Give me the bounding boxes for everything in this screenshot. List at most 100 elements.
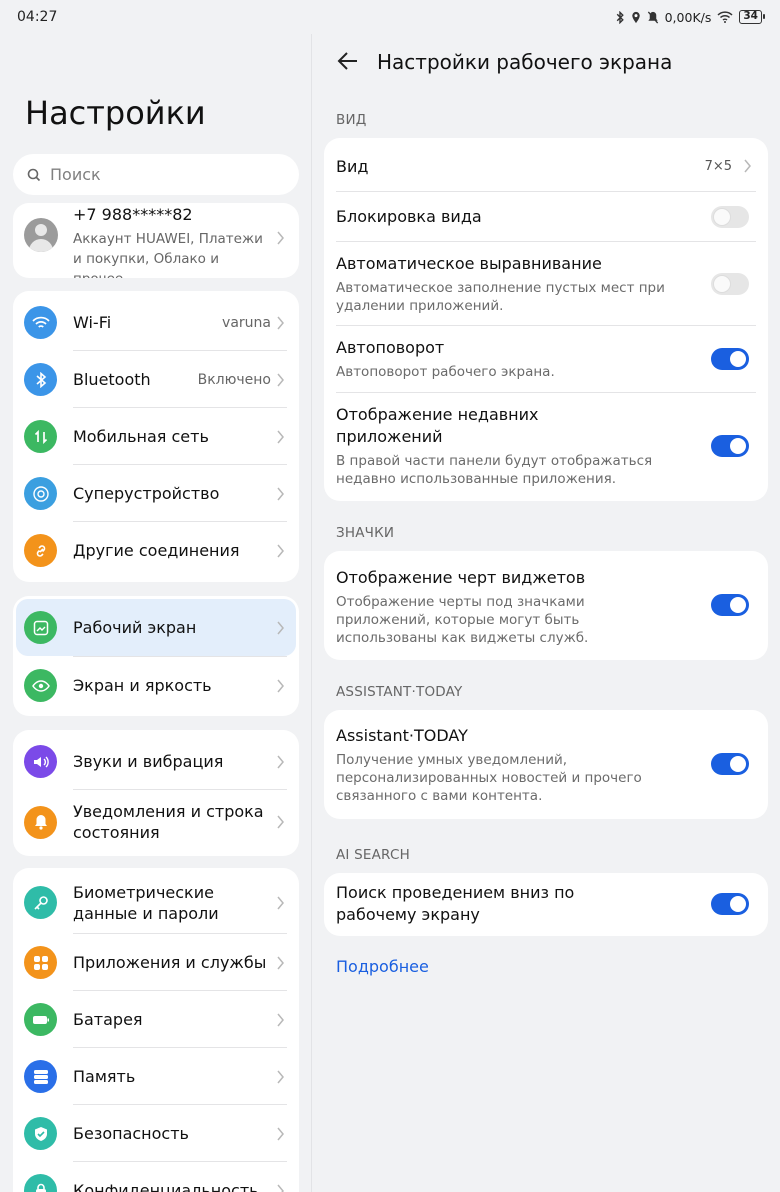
battery-indicator: 34 bbox=[739, 10, 765, 24]
sidebar-item-mobile-network[interactable]: Мобильная сеть bbox=[13, 408, 299, 465]
super-device-icon bbox=[24, 477, 57, 510]
sidebar-item-label: Wi-Fi bbox=[73, 313, 112, 332]
learn-more-link[interactable]: Подробнее bbox=[336, 957, 429, 976]
recent-apps-row: Отображение недавних приложений В правой… bbox=[324, 393, 768, 501]
account-subtitle: Аккаунт HUAWEI, Платежи и покупки, Облак… bbox=[73, 231, 263, 278]
view-setting-value: 7×5 bbox=[704, 159, 732, 174]
auto-align-description: Автоматическое заполнение пустых мест пр… bbox=[336, 280, 665, 314]
sidebar-item-home-screen[interactable]: Рабочий экран bbox=[16, 599, 296, 656]
section-header-ai-search: AI SEARCH bbox=[336, 847, 410, 863]
sidebar-item-notifications[interactable]: Уведомления и строка состояния bbox=[13, 790, 299, 854]
sidebar-item-label: Уведомления и строка состояния bbox=[73, 802, 264, 842]
section-header-icons: ЗНАЧКИ bbox=[336, 525, 395, 541]
sidebar-item-sounds[interactable]: Звуки и вибрация bbox=[13, 733, 299, 790]
chevron-right-icon bbox=[277, 896, 284, 909]
sidebar-item-security[interactable]: Безопасность bbox=[13, 1105, 299, 1162]
shield-icon bbox=[24, 1117, 57, 1150]
sidebar-item-wifi[interactable]: Wi-Fi varuna bbox=[13, 294, 299, 351]
chevron-right-icon bbox=[277, 316, 284, 329]
network-speed: 0,00K/s bbox=[664, 9, 712, 25]
view-setting-row[interactable]: Вид 7×5 bbox=[324, 138, 768, 192]
home-screen-icon bbox=[24, 611, 57, 644]
search-input[interactable]: Поиск bbox=[13, 154, 299, 195]
swipe-search-title: Поиск проведением вниз по рабочему экран… bbox=[336, 883, 575, 924]
status-bar: 04:27 0,00K/s 34 bbox=[0, 0, 780, 34]
system-group: Биометрические данные и пароли Приложени… bbox=[13, 868, 299, 1192]
sidebar-item-label: Рабочий экран bbox=[73, 618, 197, 637]
connections-group: Wi-Fi varuna Bluetooth Включено Мобильна… bbox=[13, 291, 299, 582]
lock-layout-toggle[interactable] bbox=[711, 206, 749, 228]
back-arrow-icon[interactable] bbox=[337, 51, 359, 71]
auto-align-title: Автоматическое выравнивание bbox=[336, 254, 602, 273]
sidebar-item-label: Звуки и вибрация bbox=[73, 752, 224, 771]
chevron-right-icon bbox=[277, 487, 284, 500]
recent-apps-toggle[interactable] bbox=[711, 435, 749, 457]
chevron-right-icon bbox=[277, 430, 284, 443]
sidebar-item-label: Конфиденциальность bbox=[73, 1181, 259, 1192]
section-header-assistant: ASSISTANT·TODAY bbox=[336, 684, 463, 700]
chevron-right-icon bbox=[277, 544, 284, 557]
sidebar-item-display-brightness[interactable]: Экран и яркость bbox=[13, 657, 299, 714]
sidebar-item-label: Безопасность bbox=[73, 1124, 189, 1143]
sidebar-item-super-device[interactable]: Суперустройство bbox=[13, 465, 299, 522]
sidebar-item-apps[interactable]: Приложения и службы bbox=[13, 934, 299, 991]
link-icon bbox=[24, 534, 57, 567]
key-icon bbox=[24, 886, 57, 919]
sidebar-item-battery[interactable]: Батарея bbox=[13, 991, 299, 1048]
assistant-today-row: Assistant·TODAY Получение умных уведомле… bbox=[324, 710, 768, 819]
lock-layout-row: Блокировка вида bbox=[324, 192, 768, 242]
bluetooth-value: Включено bbox=[197, 371, 271, 388]
wifi-value: varuna bbox=[222, 314, 271, 331]
recent-apps-title: Отображение недавних приложений bbox=[336, 405, 539, 446]
location-icon bbox=[631, 11, 640, 23]
widget-marks-toggle[interactable] bbox=[711, 594, 749, 616]
view-settings-card: Вид 7×5 Блокировка вида Автоматическое в… bbox=[324, 138, 768, 501]
sidebar-item-label: Приложения и службы bbox=[73, 953, 267, 972]
eye-icon bbox=[24, 669, 57, 702]
chevron-right-icon bbox=[277, 231, 284, 245]
apps-icon bbox=[24, 946, 57, 979]
wifi-status-icon bbox=[717, 11, 733, 23]
assistant-today-description: Получение умных уведомлений, персонализи… bbox=[336, 752, 642, 804]
auto-rotate-row: Автоповорот Автоповорот рабочего экрана. bbox=[324, 326, 768, 393]
sidebar-item-privacy[interactable]: Конфиденциальность bbox=[13, 1162, 299, 1192]
sidebar-item-bluetooth[interactable]: Bluetooth Включено bbox=[13, 351, 299, 408]
sidebar-item-other-connections[interactable]: Другие соединения bbox=[13, 522, 299, 579]
widget-marks-description: Отображение черты под значками приложени… bbox=[336, 594, 589, 646]
chevron-right-icon bbox=[277, 956, 284, 969]
ai-search-settings-card: Поиск проведением вниз по рабочему экран… bbox=[324, 873, 768, 936]
view-setting-title: Вид bbox=[336, 157, 369, 176]
sidebar-item-storage[interactable]: Память bbox=[13, 1048, 299, 1105]
icons-settings-card: Отображение черт виджетов Отображение че… bbox=[324, 551, 768, 660]
account-card[interactable]: +7 988*****82 Аккаунт HUAWEI, Платежи и … bbox=[13, 203, 299, 278]
swipe-search-toggle[interactable] bbox=[711, 893, 749, 915]
search-icon bbox=[27, 168, 41, 181]
sidebar-item-label: Батарея bbox=[73, 1010, 143, 1029]
bell-icon bbox=[24, 805, 57, 839]
chevron-right-icon bbox=[277, 755, 284, 768]
bluetooth-status-icon bbox=[616, 10, 624, 24]
lock-layout-title: Блокировка вида bbox=[336, 207, 482, 226]
settings-sidebar: Настройки Поиск +7 988*****82 Аккаунт HU… bbox=[0, 34, 311, 1192]
chevron-right-icon bbox=[744, 159, 751, 173]
search-placeholder: Поиск bbox=[50, 165, 101, 184]
auto-rotate-description: Автоповорот рабочего экрана. bbox=[336, 364, 555, 380]
assistant-today-toggle[interactable] bbox=[711, 753, 749, 775]
storage-icon bbox=[24, 1060, 57, 1093]
sidebar-item-biometrics[interactable]: Биометрические данные и пароли bbox=[13, 871, 299, 934]
sidebar-item-label: Экран и яркость bbox=[73, 676, 212, 695]
widget-marks-title: Отображение черт виджетов bbox=[336, 568, 586, 587]
chevron-right-icon bbox=[277, 1127, 284, 1140]
assistant-settings-card: Assistant·TODAY Получение умных уведомле… bbox=[324, 710, 768, 819]
auto-align-toggle[interactable] bbox=[711, 273, 749, 295]
avatar bbox=[24, 218, 58, 252]
chevron-right-icon bbox=[277, 679, 284, 692]
mute-icon bbox=[647, 11, 658, 23]
sidebar-item-label: Другие соединения bbox=[73, 541, 240, 560]
auto-rotate-toggle[interactable] bbox=[711, 348, 749, 370]
mobile-network-icon bbox=[24, 420, 57, 453]
bluetooth-icon bbox=[24, 363, 57, 396]
sidebar-item-label: Bluetooth bbox=[73, 370, 151, 389]
home-screen-settings-panel: Настройки рабочего экрана ВИД Вид 7×5 Бл… bbox=[312, 34, 780, 1192]
assistant-today-title: Assistant·TODAY bbox=[336, 726, 468, 745]
